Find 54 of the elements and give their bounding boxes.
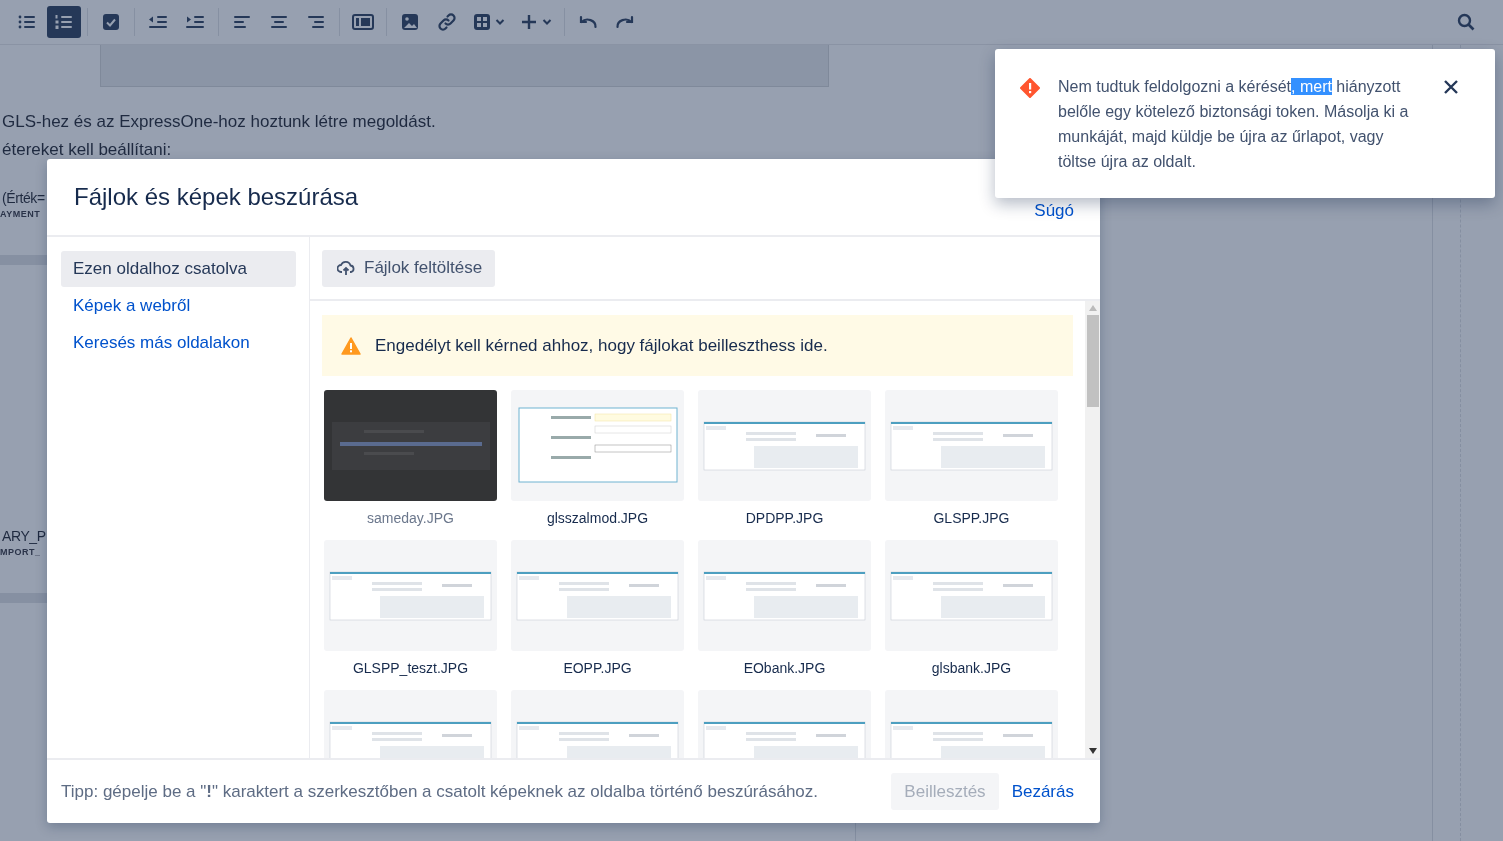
- label-text: MPORT_: [0, 547, 41, 557]
- file-name: EObank.JPG: [743, 660, 826, 676]
- task-list-icon: [102, 13, 120, 31]
- file-name: GLSPP_teszt.JPG: [352, 660, 469, 676]
- error-icon: [1020, 78, 1040, 98]
- input-field[interactable]: [100, 45, 829, 87]
- undo-icon: [578, 15, 598, 29]
- file-name: sameday.JPG: [367, 510, 454, 526]
- sidebar-item[interactable]: Képek a webről: [61, 288, 296, 324]
- layout-icon: [352, 14, 374, 30]
- cloud-upload-icon: [337, 260, 355, 276]
- align-right-icon: [307, 14, 325, 30]
- warning-icon: [341, 336, 361, 355]
- align-left-icon: [233, 14, 251, 30]
- scroll-down-icon[interactable]: [1088, 748, 1097, 754]
- sidebar-item[interactable]: Ezen oldalhoz csatolva: [61, 251, 296, 287]
- file-name: glsszalmod.JPG: [546, 510, 649, 526]
- section-band: [0, 255, 47, 265]
- close-button[interactable]: [1444, 80, 1458, 94]
- redo-icon: [615, 15, 635, 29]
- file-name: DPDPP.JPG: [745, 510, 824, 526]
- align-center-icon: [270, 14, 288, 30]
- search-icon: [1457, 13, 1475, 31]
- upload-button[interactable]: Fájlok feltöltése: [322, 249, 496, 287]
- paragraph-text: étereket kell beállítani:: [1, 139, 172, 161]
- indent-icon: [185, 14, 205, 30]
- warning-text: Engedélyt kell kérned ahhoz, hogy fájlokat beilleszthess ide.: [375, 335, 828, 356]
- table-icon: [473, 13, 491, 31]
- label-text: AYMENT: [0, 209, 41, 219]
- sidebar-item[interactable]: Keresés más oldalakon: [61, 325, 296, 361]
- image-icon: [401, 13, 419, 31]
- file-name: GLSPP.JPG: [933, 510, 1010, 526]
- numbered-list-button[interactable]: [47, 6, 81, 38]
- tip-text: Tipp: gépelje be a "!" karaktert a szerkesztőben a csatolt képeknek az oldalba történő beszúrásához.: [61, 781, 820, 802]
- close-icon: [1444, 80, 1458, 94]
- scrollbar-thumb[interactable]: [1086, 315, 1099, 407]
- file-name: glsbank.JPG: [931, 660, 1012, 676]
- dialog-title: Fájlok és képek beszúrása: [74, 183, 360, 211]
- caret-icon: [542, 18, 552, 26]
- paragraph-text: ARY_P: [1, 527, 46, 546]
- close-link[interactable]: Bezárás: [1011, 781, 1074, 802]
- paragraph-text: GLS-hez és az ExpressOne-hoz hoztunk létre megoldást.: [1, 111, 436, 133]
- link-icon: [437, 12, 457, 32]
- file-name: EOPP.JPG: [563, 660, 632, 676]
- scrollbar[interactable]: [1085, 301, 1100, 758]
- paragraph-text: (Érték=: [1, 189, 45, 208]
- outdent-icon: [148, 14, 168, 30]
- section-band: [0, 593, 47, 603]
- help-link[interactable]: Súgó: [1034, 201, 1074, 221]
- error-message: Nem tudtuk feldolgozni a kérését, mert hiányzott belőle egy kötelező biztonsági token. Másolja ki a munkáját, majd küldje be újra az űrlapot, vagy töltse újra az oldalt.: [1058, 77, 1410, 172]
- bullet-list-icon: [18, 14, 36, 30]
- numbered-list-icon: [55, 14, 73, 30]
- caret-icon: [495, 18, 505, 26]
- plus-icon: [520, 13, 538, 31]
